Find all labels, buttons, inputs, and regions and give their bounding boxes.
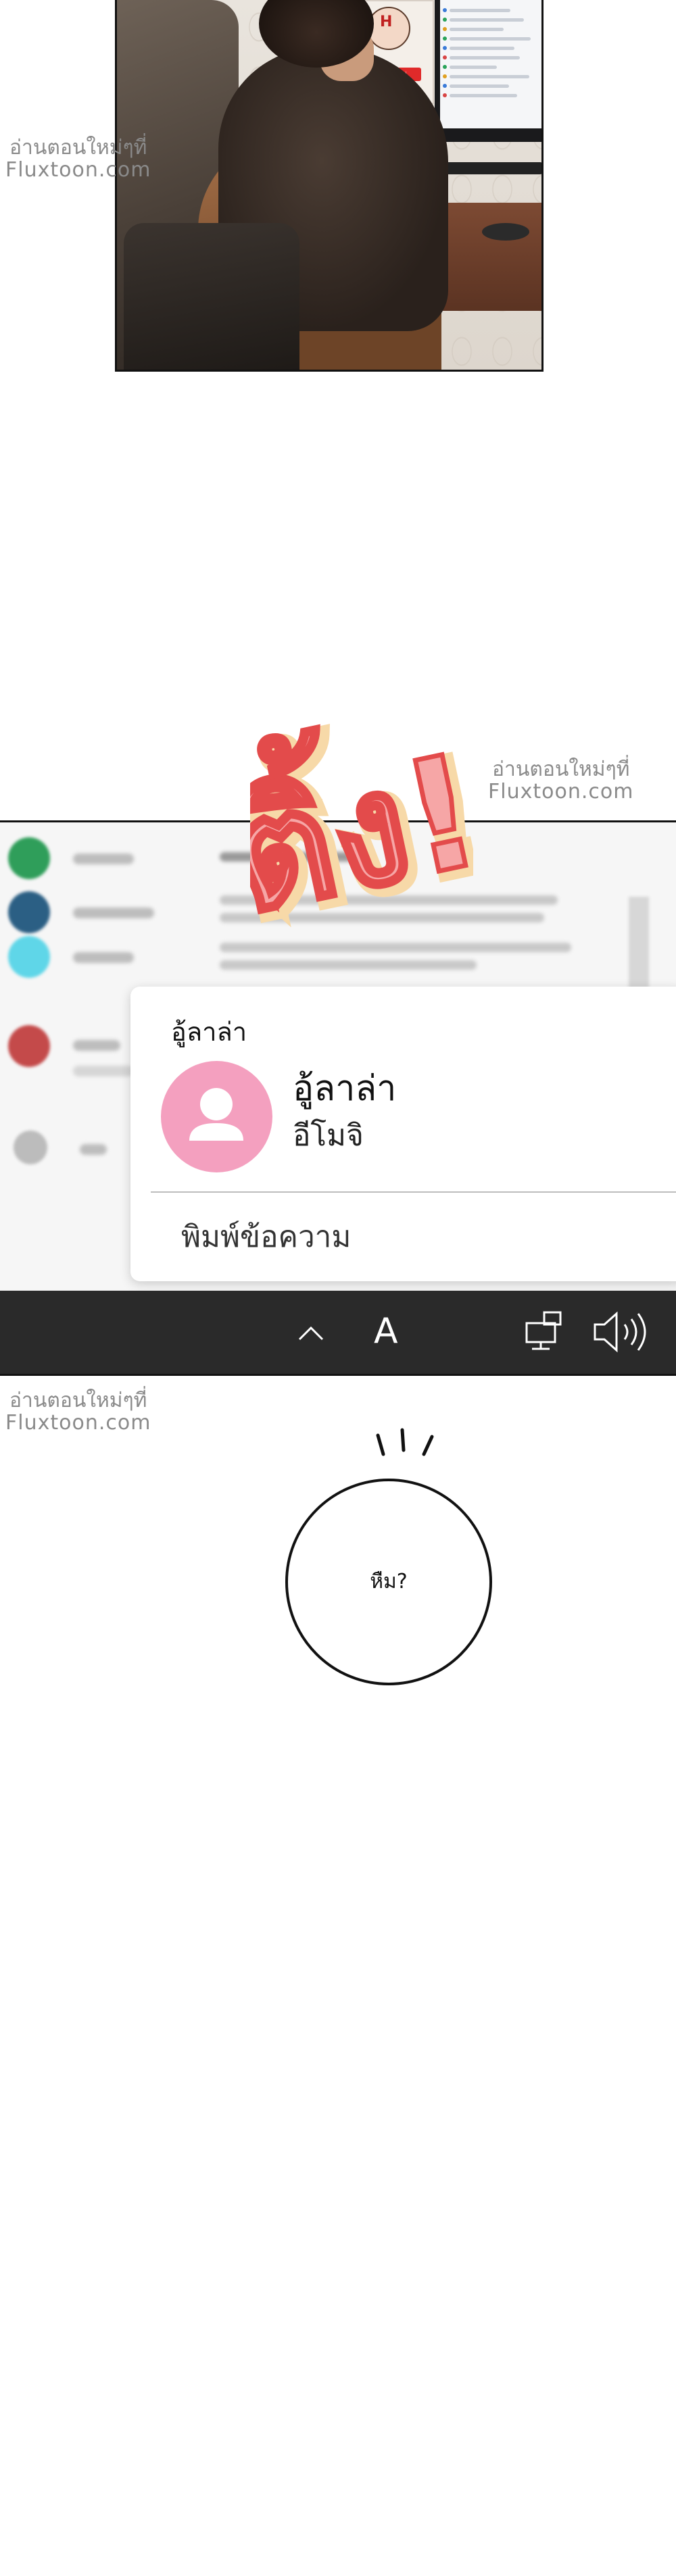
chat-name bbox=[80, 1144, 107, 1155]
chat-avatar bbox=[8, 837, 50, 879]
notification-message: อีโมจิ bbox=[293, 1118, 364, 1153]
chat-avatar bbox=[8, 1025, 50, 1067]
watermark: อ่านตอนใหม่ๆที่ Fluxtoon.com bbox=[5, 1389, 151, 1434]
network-icon[interactable] bbox=[524, 1310, 564, 1353]
watermark: อ่านตอนใหม่ๆที่ Fluxtoon.com bbox=[488, 758, 633, 803]
chat-name bbox=[73, 853, 134, 864]
chat-name bbox=[73, 1066, 134, 1076]
taskbar: A bbox=[0, 1291, 676, 1374]
keyboard bbox=[441, 162, 541, 174]
watermark: อ่านตอนใหม่ๆที่ Fluxtoon.com bbox=[5, 137, 151, 181]
monitor-screen bbox=[440, 0, 541, 128]
watermark-line1: อ่านตอนใหม่ๆที่ bbox=[9, 1389, 147, 1412]
notification-divider bbox=[151, 1191, 676, 1193]
monitor bbox=[435, 0, 541, 142]
chat-name bbox=[73, 952, 134, 963]
notification-sender-name: อู้ลาล่า bbox=[293, 1068, 397, 1109]
person-icon bbox=[189, 1088, 243, 1141]
chat-avatar bbox=[8, 936, 50, 978]
speech-bubble-text: หืม? bbox=[370, 1570, 408, 1593]
chat-avatar bbox=[14, 1131, 47, 1164]
chevron-up-icon[interactable] bbox=[294, 1316, 328, 1350]
watermark-line2: Fluxtoon.com bbox=[488, 780, 634, 803]
chair-arm bbox=[124, 223, 299, 370]
speech-bubble: หืม? bbox=[285, 1479, 492, 1685]
surprise-marks-icon bbox=[376, 1428, 434, 1456]
chat-scrollbar bbox=[629, 897, 649, 998]
reply-input[interactable] bbox=[181, 1220, 587, 1254]
chat-name bbox=[73, 908, 154, 918]
panel-streamer-at-desk: H กำลังสตรีมอยู่ bbox=[115, 0, 544, 372]
chat-avatar bbox=[8, 891, 50, 933]
notification-avatar bbox=[161, 1061, 272, 1172]
chat-name bbox=[73, 1040, 120, 1051]
volume-icon[interactable] bbox=[591, 1308, 652, 1356]
mouse bbox=[482, 223, 529, 241]
watermark-line1: อ่านตอนใหม่ๆที่ bbox=[491, 758, 630, 781]
toast-notification[interactable]: อู้ลาล่า อู้ลาล่า อีโมจิ bbox=[130, 987, 676, 1281]
stream-overlay-letter: H bbox=[380, 14, 393, 30]
watermark-line1: อ่านตอนใหม่ๆที่ bbox=[9, 136, 147, 159]
watermark-line2: Fluxtoon.com bbox=[5, 158, 151, 182]
watermark-line2: Fluxtoon.com bbox=[5, 1411, 151, 1435]
notification-app-name: อู้ลาล่า bbox=[171, 1017, 247, 1047]
input-language-indicator[interactable]: A bbox=[374, 1311, 398, 1352]
sound-effect-ting: ติ้ง! ติ้ง! bbox=[250, 696, 473, 959]
